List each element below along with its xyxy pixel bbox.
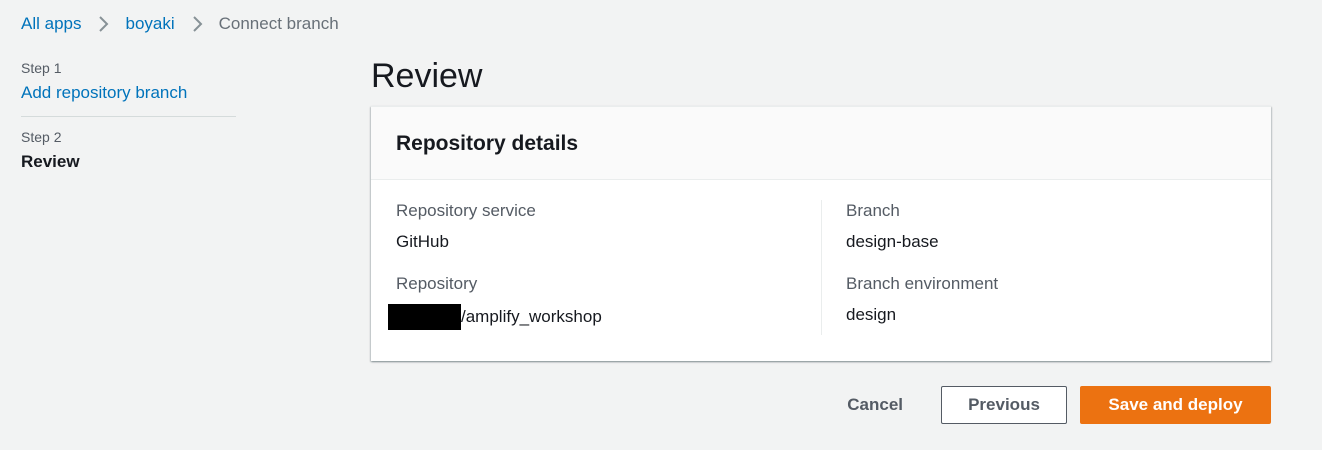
step-number: Step 1 bbox=[21, 60, 62, 76]
page-title: Review bbox=[371, 57, 483, 95]
breadcrumb: All apps boyaki Connect branch bbox=[21, 13, 339, 35]
panel-body: Repository service GitHub Repository /am… bbox=[371, 180, 1271, 350]
save-and-deploy-button[interactable]: Save and deploy bbox=[1080, 386, 1271, 424]
breadcrumb-app[interactable]: boyaki bbox=[125, 13, 174, 35]
cancel-button[interactable]: Cancel bbox=[827, 386, 923, 424]
repository-details-panel: Repository details Repository service Gi… bbox=[371, 106, 1271, 361]
breadcrumb-current: Connect branch bbox=[218, 14, 339, 33]
previous-button[interactable]: Previous bbox=[941, 386, 1067, 424]
field-repository-service: Repository service GitHub bbox=[396, 200, 821, 253]
field-label: Repository bbox=[396, 274, 478, 293]
chevron-right-icon bbox=[81, 13, 125, 35]
redacted-block bbox=[388, 304, 461, 330]
field-label: Branch bbox=[846, 201, 900, 220]
details-column-left: Repository service GitHub Repository /am… bbox=[388, 200, 821, 350]
repository-name: /amplify_workshop bbox=[461, 307, 602, 326]
field-value: design bbox=[846, 305, 897, 324]
field-value: design-base bbox=[846, 232, 939, 251]
wizard-steps: Step 1 Add repository branch Step 2 Revi… bbox=[21, 58, 236, 173]
step-current-review: Review bbox=[21, 152, 80, 171]
step-2: Step 2 Review bbox=[21, 127, 236, 173]
step-link-add-repository-branch[interactable]: Add repository branch bbox=[21, 82, 236, 104]
step-1: Step 1 Add repository branch bbox=[21, 58, 236, 104]
step-number: Step 2 bbox=[21, 129, 62, 145]
chevron-right-icon bbox=[175, 13, 219, 35]
field-branch-environment: Branch environment design bbox=[846, 273, 1246, 326]
field-value: GitHub bbox=[396, 232, 449, 251]
field-value-wrapper: /amplify_workshop bbox=[388, 304, 821, 330]
field-label: Repository service bbox=[396, 201, 536, 220]
details-column-right: Branch design-base Branch environment de… bbox=[821, 200, 1246, 335]
field-branch: Branch design-base bbox=[846, 200, 1246, 253]
page: All apps boyaki Connect branch Step 1 Ad… bbox=[0, 0, 1322, 450]
panel-title: Repository details bbox=[396, 132, 579, 155]
field-label: Branch environment bbox=[846, 274, 999, 293]
step-divider bbox=[21, 116, 236, 117]
field-repository: Repository /amplify_workshop bbox=[388, 273, 821, 330]
wizard-actions: Cancel Previous Save and deploy bbox=[827, 386, 1271, 424]
breadcrumb-all-apps[interactable]: All apps bbox=[21, 13, 81, 35]
panel-header: Repository details bbox=[371, 107, 1271, 180]
